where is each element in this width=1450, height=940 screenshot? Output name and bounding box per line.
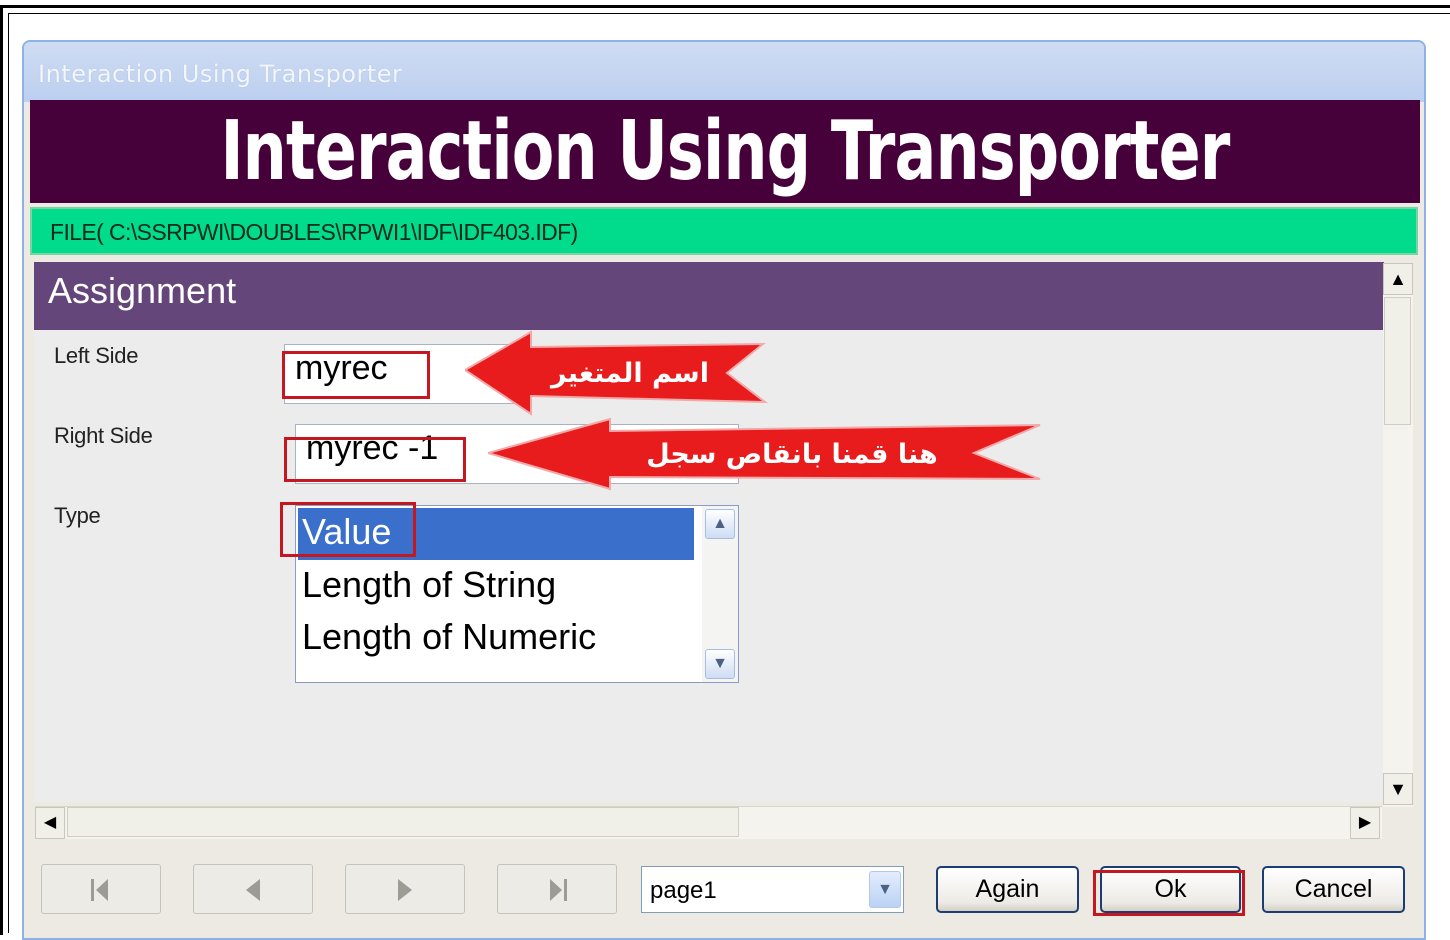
- scroll-left-icon[interactable]: ◀: [35, 807, 65, 839]
- next-record-button[interactable]: [345, 864, 465, 914]
- type-option-length-numeric[interactable]: Length of Numeric: [302, 616, 596, 658]
- left-side-annotation-arrow: اسم المتغير: [465, 330, 769, 416]
- again-button[interactable]: Again: [936, 866, 1079, 913]
- horizontal-scroll-thumb[interactable]: [67, 807, 739, 837]
- last-record-button[interactable]: [497, 864, 617, 914]
- type-option-length-string[interactable]: Length of String: [302, 564, 556, 606]
- list-scroll-down-icon[interactable]: ▼: [705, 649, 735, 679]
- scroll-right-icon[interactable]: ▶: [1350, 807, 1380, 839]
- file-path: FILE( C:\SSRPWI\DOUBLES\RPWI1\IDF\IDF403…: [50, 219, 578, 245]
- title-banner: Interaction Using Transporter: [30, 100, 1420, 203]
- scroll-down-icon[interactable]: ▼: [1383, 773, 1413, 805]
- page-select[interactable]: page1 ▼: [641, 866, 904, 913]
- type-label: Type: [54, 503, 101, 528]
- previous-record-icon: [246, 879, 260, 901]
- vertical-scrollbar[interactable]: ▲ ▼: [1383, 263, 1413, 807]
- window-title: Interaction Using Transporter: [38, 60, 403, 88]
- vertical-scroll-thumb[interactable]: [1384, 297, 1411, 425]
- list-scroll-up-icon[interactable]: ▲: [705, 509, 735, 539]
- page-select-value: page1: [650, 877, 717, 904]
- last-record-icon: [550, 879, 567, 901]
- right-side-annotation-text: هنا قمنا بانقاص سجل: [646, 439, 937, 470]
- left-side-label: Left Side: [54, 343, 139, 368]
- panel-title: Assignment: [48, 270, 237, 311]
- cancel-button[interactable]: Cancel: [1262, 866, 1405, 913]
- horizontal-scrollbar[interactable]: ◀ ▶: [35, 806, 1382, 839]
- right-side-annotation-arrow: هنا قمنا بانقاص سجل: [488, 417, 1041, 491]
- left-side-highlight: [282, 351, 430, 399]
- previous-record-button[interactable]: [193, 864, 313, 914]
- next-record-icon: [398, 879, 412, 901]
- right-side-label: Right Side: [54, 423, 153, 448]
- banner-title: Interaction Using Transporter: [220, 104, 1230, 199]
- ok-highlight: [1093, 870, 1245, 916]
- title-bar[interactable]: Interaction Using Transporter: [24, 42, 1424, 102]
- panel-header: Assignment: [34, 262, 1384, 330]
- file-path-bar: FILE( C:\SSRPWI\DOUBLES\RPWI1\IDF\IDF403…: [30, 207, 1418, 255]
- type-list-scrollbar[interactable]: ▲ ▼: [702, 506, 738, 682]
- chevron-down-icon[interactable]: ▼: [869, 871, 901, 908]
- first-record-button[interactable]: [41, 864, 161, 914]
- left-side-annotation-text: اسم المتغير: [549, 358, 709, 389]
- right-side-highlight: [284, 437, 466, 482]
- scroll-up-icon[interactable]: ▲: [1383, 263, 1413, 295]
- type-highlight: [280, 502, 416, 557]
- first-record-icon: [91, 879, 108, 901]
